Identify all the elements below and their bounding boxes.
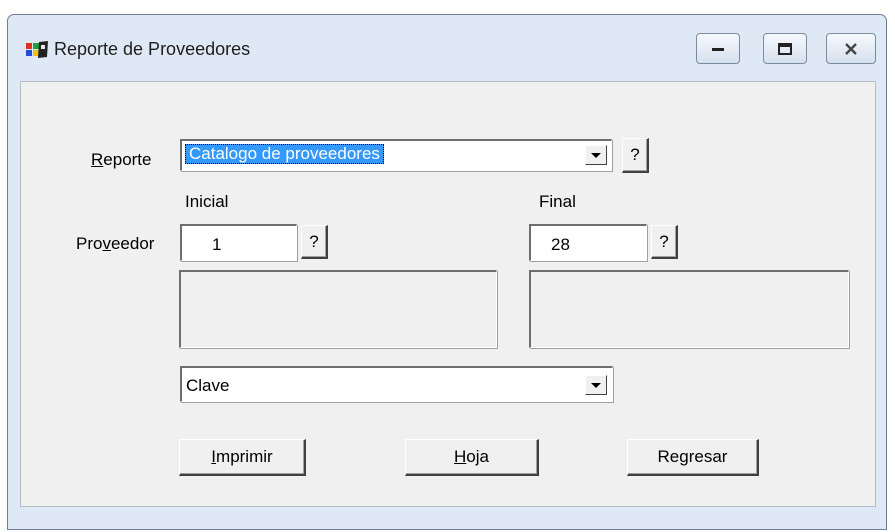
close-icon — [845, 42, 857, 55]
proveedor-final-input[interactable]: 28 — [529, 224, 647, 261]
reporte-selected-value: Catalogo de proveedores — [185, 144, 384, 164]
chevron-down-icon — [591, 152, 601, 158]
reporte-label: Reporte — [91, 150, 152, 169]
close-button[interactable] — [826, 33, 876, 64]
final-label: Final — [539, 192, 576, 211]
proveedor-final-value: 28 — [551, 235, 570, 254]
title-bar[interactable]: Reporte de Proveedores — [8, 15, 886, 81]
maximize-button[interactable] — [763, 33, 807, 64]
client-area: Reporte Catalogo de proveedores ? Inicia… — [20, 81, 876, 507]
maximize-icon — [778, 42, 792, 55]
regresar-label: Regresar — [657, 447, 728, 466]
hoja-label: Hoja — [454, 447, 489, 466]
proveedor-inicial-value: 1 — [212, 235, 222, 254]
imprimir-label: Imprimir — [211, 447, 273, 466]
inicial-label: Inicial — [185, 192, 229, 211]
reporte-help-button[interactable]: ? — [622, 138, 649, 173]
proveedor-final-name-box — [529, 270, 849, 348]
minimize-icon — [712, 47, 724, 51]
proveedor-final-help-button[interactable]: ? — [651, 225, 678, 259]
app-icon — [26, 41, 48, 58]
report-window: Reporte de Proveedores Reporte Catalogo … — [7, 14, 887, 530]
reporte-select[interactable]: Catalogo de proveedores — [180, 139, 612, 171]
proveedor-inicial-help-button[interactable]: ? — [301, 225, 328, 259]
imprimir-button[interactable]: Imprimir — [179, 439, 306, 476]
hoja-button[interactable]: Hoja — [405, 439, 539, 476]
orden-select[interactable]: Clave — [180, 366, 613, 402]
minimize-button[interactable] — [696, 33, 740, 64]
proveedor-label: Proveedor — [76, 234, 155, 253]
orden-selected-value: Clave — [186, 376, 230, 395]
chevron-down-icon — [591, 382, 601, 388]
window-title: Reporte de Proveedores — [54, 39, 251, 59]
reporte-dropdown-button[interactable] — [585, 145, 607, 165]
proveedor-inicial-name-box — [179, 270, 497, 348]
orden-dropdown-button[interactable] — [585, 375, 607, 395]
proveedor-inicial-input[interactable]: 1 — [180, 224, 297, 261]
regresar-button[interactable]: Regresar — [627, 439, 759, 476]
